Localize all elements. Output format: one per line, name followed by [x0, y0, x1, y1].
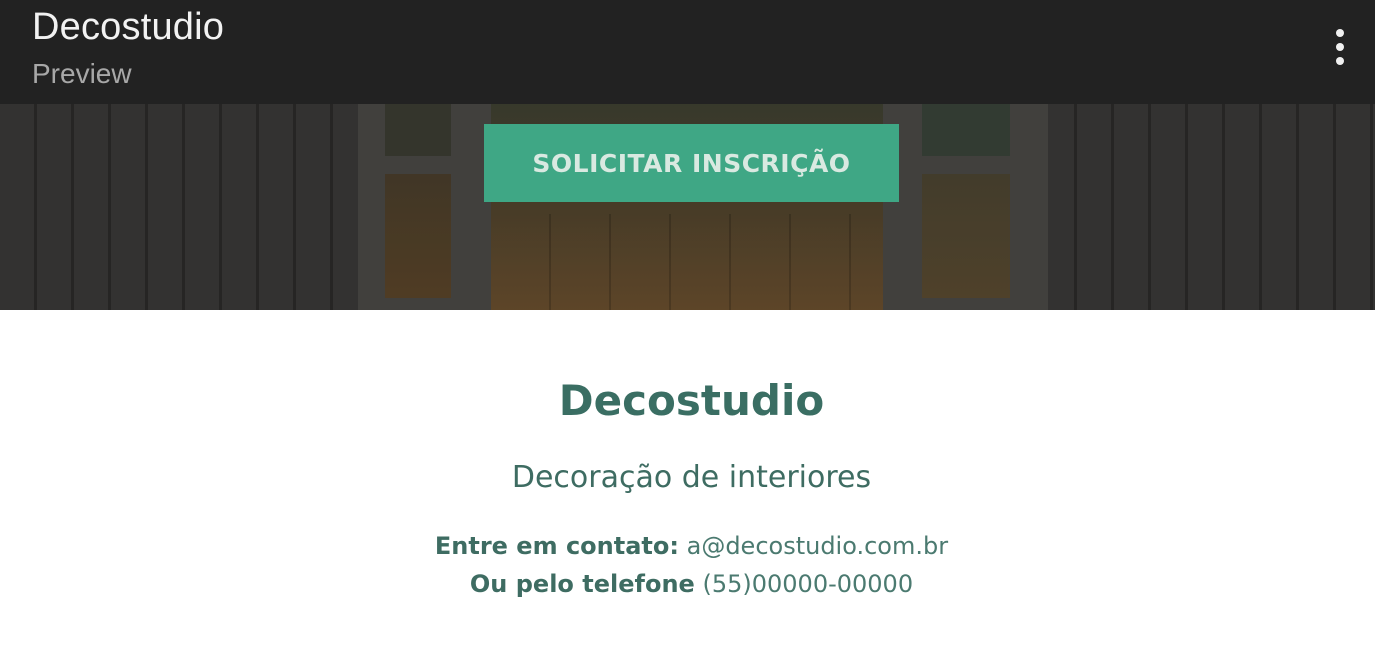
brand-name: Decostudio	[558, 376, 825, 425]
menu-dot	[1336, 57, 1344, 65]
more-vert-icon[interactable]	[1323, 24, 1357, 70]
contact-email-line: Entre em contato: a@decostudio.com.br	[0, 532, 1375, 560]
contact-phone[interactable]: (55)00000-00000	[702, 570, 913, 598]
menu-dot	[1336, 43, 1344, 51]
contact-phone-label: Ou pelo telefone	[469, 570, 695, 598]
content-section: Decostudio Decoração de interiores Entre…	[0, 310, 1375, 658]
contact-email-label: Entre em contato:	[434, 532, 679, 560]
contact-phone-line: Ou pelo telefone (55)00000-00000	[0, 570, 1375, 598]
tagline: Decoração de interiores	[511, 460, 872, 495]
app-subtitle: Preview	[32, 58, 132, 89]
app-bar: Decostudio Preview	[0, 0, 1375, 104]
subscribe-button[interactable]: SOLICITAR INSCRIÇÃO	[484, 124, 899, 202]
menu-dot	[1336, 29, 1344, 37]
contact-email[interactable]: a@decostudio.com.br	[687, 532, 949, 560]
app-title: Decostudio	[32, 6, 225, 48]
